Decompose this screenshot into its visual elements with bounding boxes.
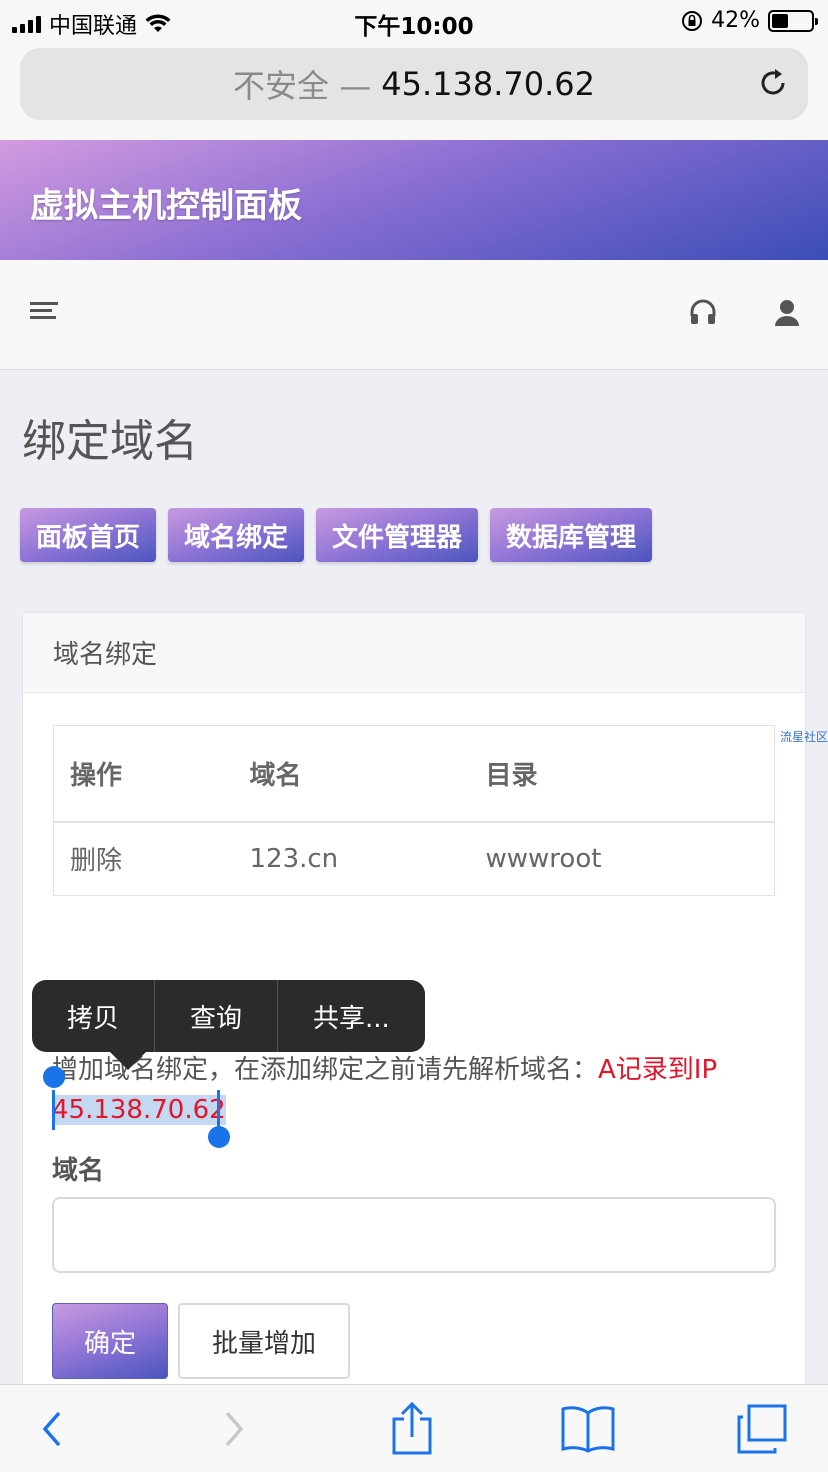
- battery-icon: [768, 9, 818, 32]
- column-header-action: 操作: [53, 725, 234, 823]
- delete-link[interactable]: 删除: [54, 822, 234, 896]
- domain-field-label: 域名: [52, 1156, 105, 1186]
- page-title: 绑定域名: [22, 416, 198, 467]
- headset-icon[interactable]: [688, 298, 718, 328]
- confirm-button[interactable]: 确定: [52, 1303, 168, 1379]
- status-bar: 中国联通 下午10:00 42%: [0, 0, 828, 42]
- card-title: 域名绑定: [23, 613, 805, 693]
- battery-level: [772, 13, 788, 28]
- menu-icon[interactable]: [30, 302, 58, 324]
- selection-start-handle[interactable]: [52, 1090, 55, 1130]
- watermark: 流星社区: [779, 730, 828, 744]
- bulk-add-button[interactable]: 批量增加: [178, 1303, 350, 1379]
- domain-cell: 123.cn: [249, 843, 339, 874]
- site-title: 虚拟主机控制面板: [30, 186, 302, 226]
- selected-ip[interactable]: 45.138.70.62: [52, 1095, 226, 1125]
- safari-toolbar: [0, 1384, 828, 1472]
- url-host: 45.138.70.62: [381, 65, 595, 103]
- share-icon[interactable]: [382, 1399, 442, 1459]
- bookmarks-icon[interactable]: [558, 1399, 618, 1459]
- navbar: [0, 260, 828, 370]
- table-row: 删除 123.cn wwwroot: [54, 822, 775, 896]
- insecure-label: 不安全 —: [233, 67, 372, 105]
- battery-percent: 42%: [711, 8, 760, 33]
- menu-share[interactable]: 共享...: [278, 980, 425, 1052]
- context-menu: 拷贝 查询 共享...: [32, 980, 425, 1052]
- tab-database-manager[interactable]: 数据库管理: [490, 508, 653, 562]
- domain-input[interactable]: [52, 1197, 776, 1273]
- status-right: 42%: [681, 8, 818, 33]
- panel-nav: 面板首页 域名绑定 文件管理器 数据库管理: [20, 508, 653, 562]
- orientation-lock-icon: [682, 10, 703, 31]
- context-menu-arrow: [108, 1050, 148, 1070]
- column-header-domain: 域名: [233, 725, 470, 823]
- tab-panel-home[interactable]: 面板首页: [20, 508, 157, 562]
- forward-icon[interactable]: [204, 1399, 264, 1459]
- selection-end-handle[interactable]: [217, 1090, 220, 1130]
- selection-end-knob[interactable]: [208, 1126, 230, 1148]
- domain-table: 操作 域名 目录 删除 123.cn wwwroot: [53, 725, 775, 896]
- site-header: 虚拟主机控制面板: [0, 140, 828, 260]
- selection-start-knob[interactable]: [43, 1066, 65, 1088]
- tab-domain-binding[interactable]: 域名绑定: [168, 508, 305, 562]
- address-bar[interactable]: 不安全 — 45.138.70.62: [20, 48, 808, 120]
- directory-cell: wwwroot: [485, 843, 602, 874]
- tab-file-manager[interactable]: 文件管理器: [316, 508, 479, 562]
- tabs-icon[interactable]: [732, 1399, 792, 1459]
- menu-copy[interactable]: 拷贝: [32, 980, 156, 1052]
- hint-highlight: A记录到IP: [598, 1055, 718, 1085]
- binding-hint: 增加域名绑定，在添加绑定之前请先解析域名：A记录到IP 45.138.70.62: [52, 1050, 782, 1130]
- back-icon[interactable]: [22, 1399, 82, 1459]
- user-icon[interactable]: [772, 298, 802, 328]
- column-header-directory: 目录: [469, 725, 775, 823]
- table-header-row: 操作 域名 目录: [53, 725, 775, 823]
- reload-icon[interactable]: [756, 66, 790, 100]
- menu-lookup[interactable]: 查询: [155, 980, 279, 1052]
- browser-chrome: 不安全 — 45.138.70.62: [0, 42, 828, 140]
